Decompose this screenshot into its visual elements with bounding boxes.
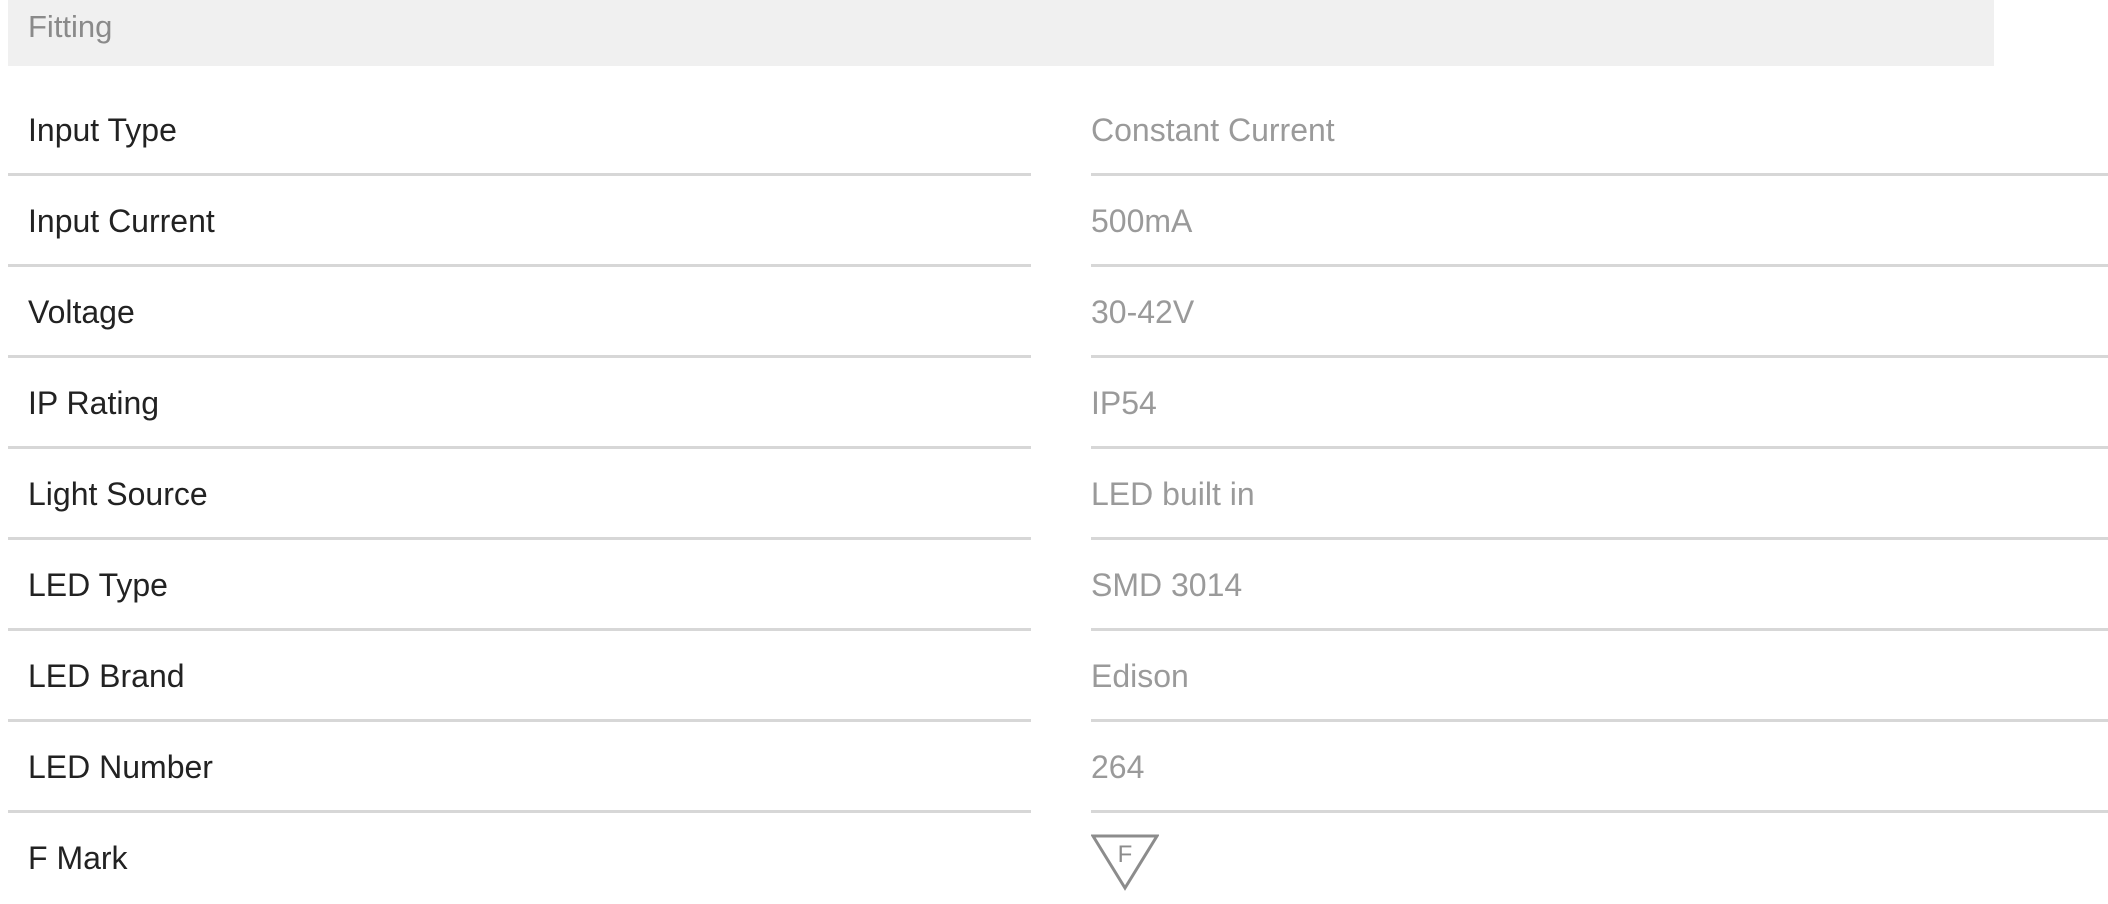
spec-label: Voltage bbox=[28, 294, 135, 330]
spec-value: 500mA bbox=[1091, 203, 1193, 239]
spec-value: 30-42V bbox=[1091, 294, 1195, 330]
f-mark-letter: F bbox=[1118, 841, 1133, 868]
spec-row-led-type: LED Type SMD 3014 bbox=[0, 540, 2108, 631]
spec-row-ip-rating: IP Rating IP54 bbox=[0, 358, 2108, 449]
spec-row-input-current: Input Current 500mA bbox=[0, 176, 2108, 267]
section-title: Fitting bbox=[28, 9, 113, 44]
spec-label: LED Brand bbox=[28, 658, 185, 694]
spec-label: Light Source bbox=[28, 476, 208, 512]
spec-label: F Mark bbox=[28, 840, 128, 876]
spec-row-led-brand: LED Brand Edison bbox=[0, 631, 2108, 722]
spec-row-light-source: Light Source LED built in bbox=[0, 449, 2108, 540]
f-mark-icon: F bbox=[1091, 834, 1159, 891]
spec-value: Edison bbox=[1091, 658, 1189, 694]
spec-row-led-number: LED Number 264 bbox=[0, 722, 2108, 813]
spec-label: LED Type bbox=[28, 567, 168, 603]
spec-value: SMD 3014 bbox=[1091, 567, 1243, 603]
spec-row-voltage: Voltage 30-42V bbox=[0, 267, 2108, 358]
spec-label: Input Type bbox=[28, 112, 177, 148]
spec-table: Input Type Constant Current Input Curren… bbox=[0, 85, 2108, 904]
spec-row-input-type: Input Type Constant Current bbox=[0, 85, 2108, 176]
spec-value: 264 bbox=[1091, 749, 1145, 785]
spec-label: IP Rating bbox=[28, 385, 160, 421]
spec-value: LED built in bbox=[1091, 476, 1255, 512]
spec-label: Input Current bbox=[28, 203, 215, 239]
spec-row-f-mark: F Mark F bbox=[0, 813, 2108, 904]
spec-label: LED Number bbox=[28, 749, 213, 785]
spec-value: Constant Current bbox=[1091, 112, 1335, 148]
spec-value: IP54 bbox=[1091, 385, 1157, 421]
section-header: Fitting bbox=[8, 0, 1994, 66]
